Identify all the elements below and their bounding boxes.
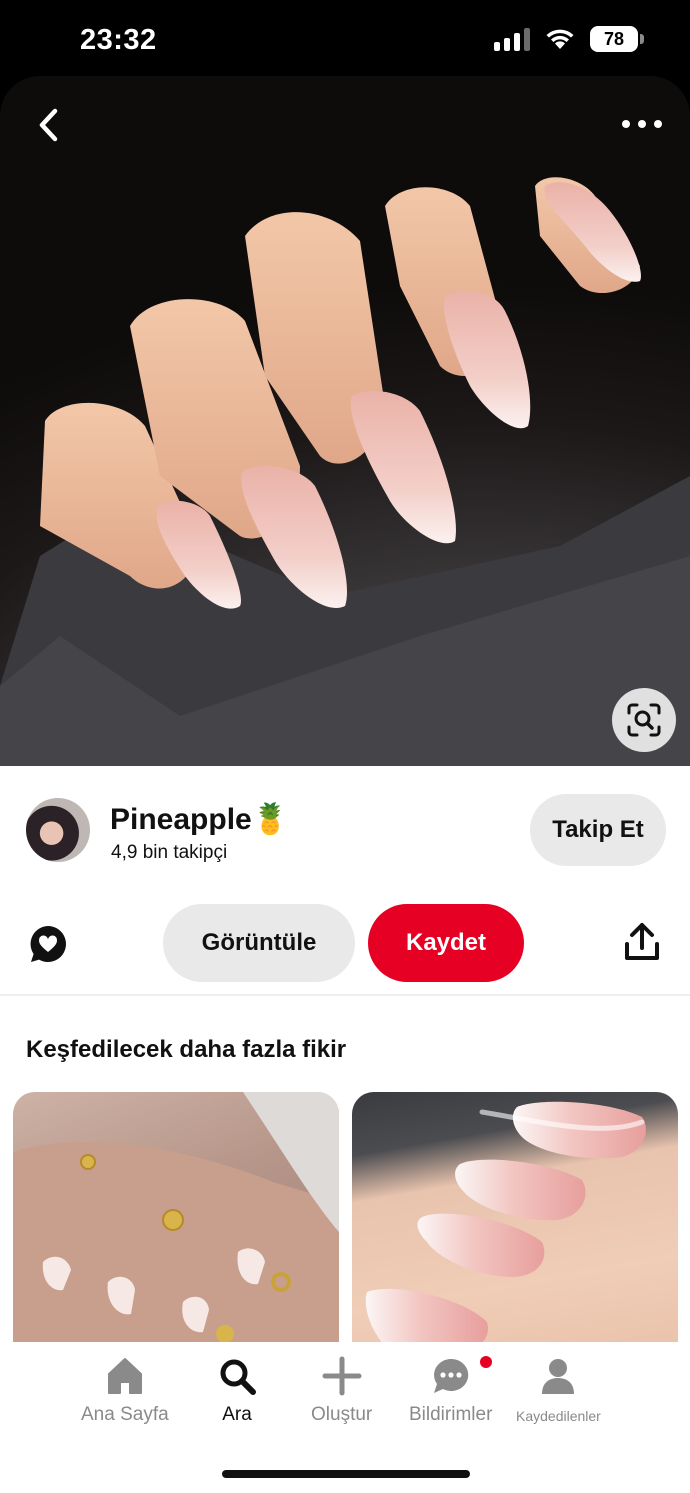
cellular-signal-icon (494, 27, 530, 51)
more-options-button[interactable] (622, 112, 662, 136)
profile-icon (536, 1354, 580, 1398)
nav-saved[interactable]: Kaydedilenler (516, 1354, 601, 1424)
back-button[interactable] (30, 104, 66, 146)
nav-notifications[interactable]: Bildirimler (409, 1354, 493, 1426)
more-ideas-title: Keşfedilecek daha fazla fikir (26, 1036, 347, 1063)
battery-icon: 78 (590, 26, 644, 52)
comment-button[interactable] (28, 924, 68, 964)
related-pin[interactable] (13, 1092, 339, 1352)
more-dot (622, 120, 630, 128)
follow-button[interactable]: Takip Et (530, 794, 666, 866)
related-pin[interactable] (352, 1092, 678, 1352)
nav-search[interactable]: Ara (215, 1354, 259, 1426)
hands-rings-photo (13, 1092, 339, 1352)
nav-search-label: Ara (222, 1404, 252, 1425)
heart-chat-icon (30, 926, 66, 962)
pin-actions: Görüntüle Kaydet (0, 904, 690, 984)
nav-create-label: Oluştur (311, 1404, 373, 1425)
notification-badge (480, 1356, 493, 1368)
home-indicator (222, 1470, 470, 1478)
creator-row: Pineapple🍍 4,9 bin takipçi Takip Et (26, 794, 666, 868)
nav-saved-label: Kaydedilenler (516, 1408, 601, 1424)
nav-home-label: Ana Sayfa (81, 1404, 169, 1425)
nav-home[interactable]: Ana Sayfa (81, 1354, 169, 1426)
wifi-icon (546, 29, 574, 49)
nav-notifications-label: Bildirimler (409, 1404, 493, 1425)
creator-followers: 4,9 bin takipçi (111, 842, 228, 863)
chevron-left-icon (39, 108, 58, 142)
nav-create[interactable]: Oluştur (311, 1354, 372, 1426)
status-icons: 78 (494, 26, 644, 52)
avatar[interactable] (26, 798, 90, 862)
lens-search-icon (627, 703, 661, 737)
save-button[interactable]: Kaydet (368, 904, 524, 982)
more-dot (638, 120, 646, 128)
view-button[interactable]: Görüntüle (163, 904, 355, 982)
more-dot (654, 120, 662, 128)
creator-name[interactable]: Pineapple🍍 (110, 802, 289, 837)
share-icon (625, 923, 659, 960)
status-bar: 23:32 78 (0, 0, 690, 78)
status-time: 23:32 (80, 24, 157, 56)
divider (0, 994, 690, 996)
chat-bubble-icon (429, 1354, 473, 1398)
plus-icon (320, 1354, 364, 1398)
pin-image[interactable] (0, 76, 690, 766)
share-button[interactable] (624, 922, 660, 962)
nails-photo (0, 177, 690, 766)
pink-nails-photo (365, 1101, 646, 1352)
search-icon (215, 1354, 259, 1398)
visual-search-button[interactable] (612, 688, 676, 752)
home-icon (103, 1354, 147, 1398)
